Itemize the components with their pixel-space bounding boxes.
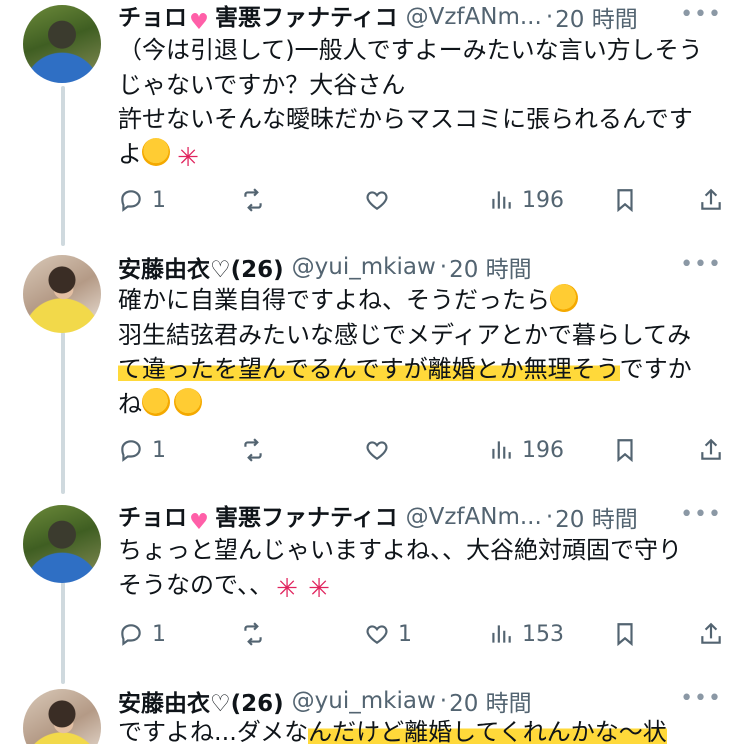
highlighted-text: んだけど離婚してくれんかな〜状: [308, 718, 667, 744]
text-line: じゃないですか？大谷さん: [118, 70, 406, 99]
avatar[interactable]: [23, 255, 101, 333]
text-line: ね: [118, 382, 718, 422]
reply-count: 1: [152, 437, 166, 463]
tweet-text: （今は引退して)一般人ですよーみたいな言い方しそう じゃないですか？大谷さん 許…: [118, 33, 718, 172]
tweet-actions: 1 196: [118, 433, 728, 467]
rolling-laughing-emoji-icon: [136, 382, 176, 421]
highlighted-text: て違ったを望んでるんですが離婚とか無理そう: [118, 355, 620, 383]
bookmark-button[interactable]: [612, 437, 638, 463]
user-handle[interactable]: @VzfANm...: [406, 504, 542, 530]
tongue-emoji-icon: [174, 387, 202, 416]
share-button[interactable]: [698, 187, 724, 213]
like-button[interactable]: [364, 437, 390, 463]
reply-count: 1: [152, 621, 166, 647]
separator-dot: ·: [545, 4, 554, 30]
reply-button[interactable]: 1: [118, 187, 166, 213]
more-options-icon[interactable]: •••: [680, 502, 722, 527]
like-icon: [366, 441, 388, 460]
more-options-icon[interactable]: •••: [680, 2, 722, 27]
retweet-icon: [244, 438, 262, 462]
anger-emoji-icon: ✳: [308, 573, 330, 604]
anger-emoji-icon: ✳: [276, 573, 298, 604]
retweet-icon: [244, 622, 262, 646]
crying-emoji-icon: [142, 137, 170, 166]
tweet[interactable]: 安藤由衣♡(26) @yui_mkiaw · 20 時間 ••• 確かに自業自得…: [0, 250, 750, 490]
like-icon: [366, 625, 388, 644]
text-line: （今は引退して)一般人ですよーみたいな言い方しそう: [118, 36, 703, 64]
tweet[interactable]: 安藤由衣♡(26) @yui_mkiaw · 20 時間 ••• ですよね...…: [0, 684, 750, 744]
user-handle[interactable]: @VzfANm...: [406, 4, 542, 30]
bookmark-icon: [617, 189, 633, 213]
views-icon: [492, 625, 511, 643]
reply-icon: [121, 440, 141, 462]
separator-dot: ·: [545, 504, 554, 530]
display-name[interactable]: 安藤由衣♡(26): [118, 250, 284, 284]
more-options-icon[interactable]: •••: [680, 686, 722, 711]
user-handle[interactable]: @yui_mkiaw: [292, 254, 436, 280]
timestamp[interactable]: 20 時間: [555, 0, 638, 34]
display-name[interactable]: 安藤由衣♡(26): [118, 684, 284, 718]
more-options-icon[interactable]: •••: [680, 252, 722, 277]
avatar[interactable]: [23, 689, 101, 744]
user-handle[interactable]: @yui_mkiaw: [292, 688, 436, 714]
bookmark-icon: [617, 439, 633, 463]
bookmark-button[interactable]: [612, 187, 638, 213]
text-line: そうなので、、 ✳ ✳: [118, 568, 718, 603]
separator-dot: ·: [439, 688, 448, 714]
text-line: 羽生結弦君みたいな感じでメディアとかで暮らしてみ: [118, 320, 692, 349]
reply-button[interactable]: 1: [118, 621, 166, 647]
retweet-button[interactable]: [240, 437, 266, 463]
reply-button[interactable]: 1: [118, 437, 166, 463]
timestamp[interactable]: 20 時間: [449, 250, 532, 284]
view-count: 153: [522, 621, 564, 647]
tweet[interactable]: チョロ♥ 害悪ファナティコ @VzfANm... · 20 時間 ••• （今は引…: [0, 0, 750, 240]
views-button[interactable]: 196: [488, 437, 564, 463]
reply-icon: [121, 624, 141, 646]
tweet-actions: 1 196: [118, 183, 728, 217]
text-line: 許せないそんな曖昧だからマスコミに張られるんです: [118, 105, 693, 133]
tweet-text: ですよね...ダメなんだけど離婚してくれんかな〜状: [118, 715, 718, 744]
reply-icon: [121, 190, 141, 212]
display-name[interactable]: チョロ♥ 害悪ファナティコ: [118, 498, 398, 537]
like-button[interactable]: 1: [364, 621, 412, 647]
views-button[interactable]: 153: [488, 621, 564, 647]
view-count: 196: [522, 437, 564, 463]
reply-count: 1: [152, 187, 166, 213]
views-button[interactable]: 196: [488, 187, 564, 213]
retweet-button[interactable]: [240, 187, 266, 213]
share-button[interactable]: [698, 621, 724, 647]
separator-dot: ·: [439, 254, 448, 280]
timestamp[interactable]: 20 時間: [555, 500, 638, 534]
display-name[interactable]: チョロ♥ 害悪ファナティコ: [118, 0, 398, 37]
view-count: 196: [522, 187, 564, 213]
share-button[interactable]: [698, 437, 724, 463]
text-line: ちょっと望んじゃいますよね、、大谷絶対頑固で守り: [118, 536, 682, 564]
views-icon: [492, 441, 511, 459]
share-icon: [701, 438, 721, 460]
rolling-laughing-emoji-icon: [544, 278, 584, 318]
avatar[interactable]: [23, 5, 101, 83]
like-count: 1: [398, 621, 412, 647]
retweet-icon: [244, 188, 262, 212]
tweet-actions: 1 1 153: [118, 617, 728, 651]
share-icon: [701, 188, 721, 210]
text-line: 確かに自業自得ですよね、そうだったら: [118, 278, 718, 318]
timestamp[interactable]: 20 時間: [449, 684, 532, 718]
text-line: よ ✳: [118, 137, 718, 172]
retweet-button[interactable]: [240, 621, 266, 647]
anger-emoji-icon: ✳: [177, 142, 199, 173]
share-icon: [701, 622, 721, 644]
bookmark-button[interactable]: [612, 621, 638, 647]
avatar[interactable]: [23, 505, 101, 583]
like-button[interactable]: [364, 187, 390, 213]
bookmark-icon: [617, 623, 633, 647]
views-icon: [492, 191, 511, 209]
tweet[interactable]: チョロ♥ 害悪ファナティコ @VzfANm... · 20 時間 ••• ちょっと…: [0, 500, 750, 675]
tweet-text: ちょっと望んじゃいますよね、、大谷絶対頑固で守り そうなので、、 ✳ ✳: [118, 533, 718, 603]
text-line: て違ったを望んでるんですが離婚とか無理そうですか: [118, 355, 692, 383]
text-line: ですよね...ダメなんだけど離婚してくれんかな〜状: [118, 718, 667, 744]
tweet-text: 確かに自業自得ですよね、そうだったら 羽生結弦君みたいな感じでメディアとかで暮ら…: [118, 278, 718, 422]
like-icon: [366, 191, 388, 210]
